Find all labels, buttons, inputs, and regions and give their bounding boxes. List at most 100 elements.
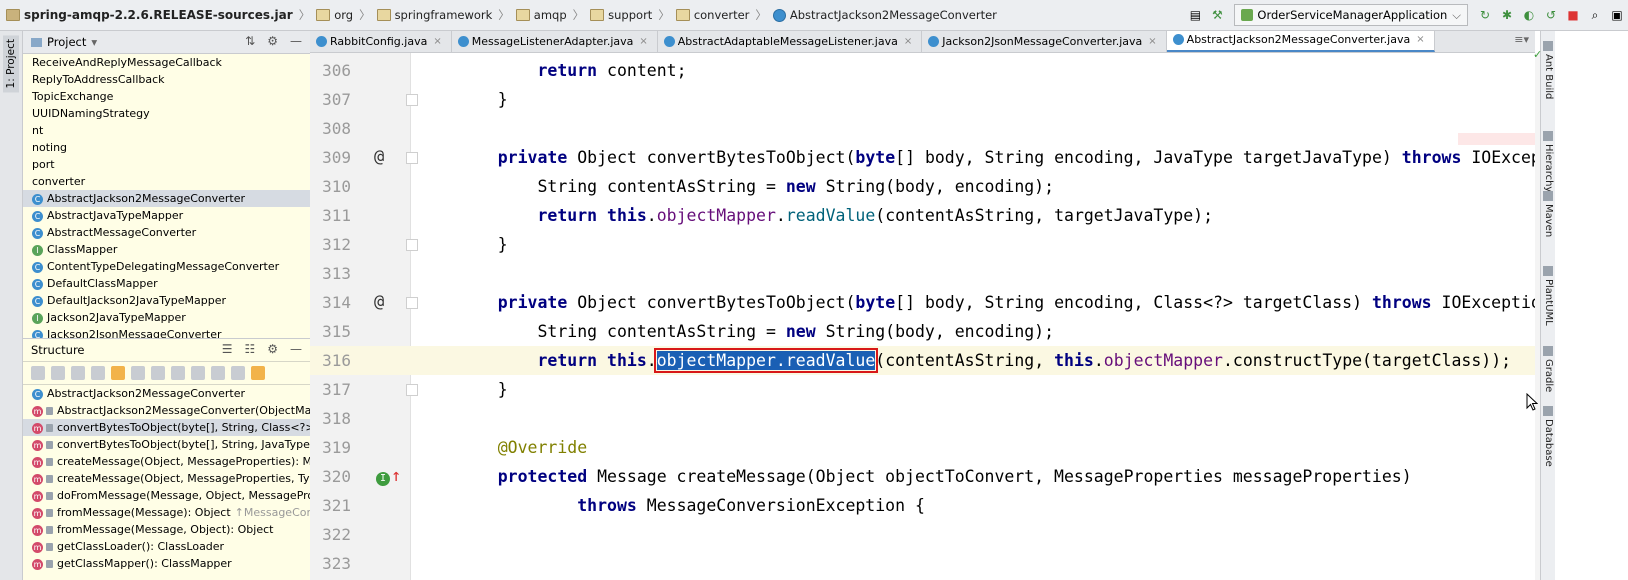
editor-scroll-marker-bar[interactable] (1535, 53, 1540, 580)
code-line[interactable]: 306 return content; (310, 56, 1535, 85)
project-tree-item[interactable]: noting (23, 139, 310, 156)
line-number[interactable]: 312 (315, 230, 351, 259)
project-tree-item[interactable]: C AbstractJavaTypeMapper (23, 207, 310, 224)
expand-all-icon[interactable]: ☰ (222, 342, 233, 356)
project-tree-item[interactable]: nt (23, 122, 310, 139)
code-line[interactable]: 316 return this.objectMapper.readValue(c… (310, 346, 1535, 375)
line-number[interactable]: 313 (315, 259, 351, 288)
line-number[interactable]: 311 (315, 201, 351, 230)
project-tool-tab[interactable]: 1: Project (3, 35, 19, 93)
structure-tree-item[interactable]: m doFromMessage(Message, Object, MessageP… (23, 487, 310, 504)
anonymous-icon[interactable] (171, 366, 185, 380)
editor-tab[interactable]: AbstractJackson2MessageConverter.java × (1166, 31, 1435, 52)
breadcrumb-item[interactable]: spring-amqp-2.2.6.RELEASE-sources.jar 〉 (6, 7, 310, 23)
breadcrumb-item[interactable]: converter 〉 (675, 7, 767, 23)
code-line[interactable]: 315 String contentAsString = new String(… (310, 317, 1535, 346)
right-tool-tab[interactable]: Gradle (1543, 346, 1554, 392)
collapse-all-icon[interactable]: ⇅ (245, 34, 255, 48)
structure-tree-item[interactable]: m convertBytesToObject(byte[], String, Cl… (23, 419, 310, 436)
align-icon[interactable] (211, 366, 225, 380)
line-number[interactable]: 319 (315, 433, 351, 462)
coverage-icon[interactable]: ◐ (1521, 7, 1537, 23)
code-line[interactable]: 313 (310, 259, 1535, 288)
code-line[interactable]: 312 } (310, 230, 1535, 259)
right-tool-tab[interactable]: Ant Build (1543, 41, 1554, 99)
collapse-all-icon[interactable]: ☷ (244, 342, 255, 356)
line-number[interactable]: 307 (315, 85, 351, 114)
editor-tab[interactable]: MessageListenerAdapter.java × (452, 31, 658, 52)
minimize-icon[interactable]: — (290, 34, 302, 48)
autoscroll-icon[interactable] (251, 366, 265, 380)
line-number[interactable]: 310 (315, 172, 351, 201)
tab-list-icon[interactable]: ≡▾ (1514, 33, 1529, 46)
breadcrumb-item[interactable]: amqp 〉 (515, 7, 584, 23)
fold-marker-icon[interactable] (406, 384, 418, 396)
structure-tree-item[interactable]: m fromMessage(Message, Object): Object (23, 521, 310, 538)
code-line[interactable]: 323 (310, 549, 1535, 578)
properties-icon[interactable] (91, 366, 105, 380)
project-tree-item[interactable]: C ContentTypeDelegatingMessageConverter (23, 258, 310, 275)
sort-visibility-icon[interactable] (31, 366, 45, 380)
fields-icon[interactable] (111, 366, 125, 380)
project-tree-item[interactable]: port (23, 156, 310, 173)
line-number[interactable]: 321 (315, 491, 351, 520)
project-tree-item[interactable]: I ClassMapper (23, 241, 310, 258)
line-number[interactable]: 323 (315, 549, 351, 578)
code-line[interactable]: 319 @Override (310, 433, 1535, 462)
editor-tab[interactable]: RabbitConfig.java × (310, 31, 452, 52)
code-line[interactable]: 322 (310, 520, 1535, 549)
breadcrumb-item[interactable]: AbstractJackson2MessageConverter (772, 8, 997, 22)
code-line[interactable]: 307 } (310, 85, 1535, 114)
abstract-icon[interactable] (191, 366, 205, 380)
close-icon[interactable]: × (433, 31, 441, 52)
project-tree-item[interactable]: I Jackson2JavaTypeMapper (23, 309, 310, 326)
debug-icon[interactable]: ✱ (1499, 7, 1515, 23)
project-tree-item[interactable]: ReplyToAddressCallback (23, 71, 310, 88)
stop-icon[interactable]: ■ (1565, 7, 1581, 23)
right-tool-tab[interactable]: Hierarchy (1543, 131, 1554, 192)
layout-icon[interactable]: ▤ (1187, 7, 1203, 23)
code-line[interactable]: 314 @ private Object convertBytesToObject… (310, 288, 1535, 317)
breadcrumb-item[interactable]: springframework 〉 (376, 7, 510, 23)
fold-marker-icon[interactable] (406, 239, 418, 251)
breadcrumb-item[interactable]: org 〉 (316, 7, 371, 23)
structure-tree-item[interactable]: m fromMessage(Message): Object↑MessageCon… (23, 504, 310, 521)
line-number[interactable]: 317 (315, 375, 351, 404)
project-tree-item[interactable]: converter (23, 173, 310, 190)
code-editor[interactable]: 306 return content; 307 } 308 309 @ private … (310, 53, 1535, 580)
ide-features-icon[interactable]: ▣ (1609, 7, 1625, 23)
code-line[interactable]: 310 String contentAsString = new String(… (310, 172, 1535, 201)
close-icon[interactable]: × (639, 31, 647, 52)
code-line[interactable]: 311 return this.objectMapper.readValue(c… (310, 201, 1535, 230)
inherited-icon[interactable] (71, 366, 85, 380)
code-line[interactable]: 317 } (310, 375, 1535, 404)
close-icon[interactable]: × (1416, 31, 1424, 50)
right-tool-tab[interactable]: Maven (1543, 191, 1554, 237)
line-number[interactable]: 322 (315, 520, 351, 549)
breadcrumb-item[interactable]: support 〉 (590, 7, 670, 23)
fold-marker-icon[interactable] (406, 152, 418, 164)
line-number[interactable]: 309 (315, 143, 351, 172)
minimize-icon[interactable]: — (290, 342, 302, 356)
structure-tree-item[interactable]: m AbstractJackson2MessageConverter(Object… (23, 402, 310, 419)
project-tree-item[interactable]: TopicExchange (23, 88, 310, 105)
line-number[interactable]: 308 (315, 114, 351, 143)
gear-icon[interactable]: ⚙ (267, 342, 278, 356)
editor-tab[interactable]: AbstractAdaptableMessageListener.java × (658, 31, 923, 52)
structure-tree-item[interactable]: m getClassMapper(): ClassMapper (23, 555, 310, 572)
structure-tree-item[interactable]: m convertBytesToObject(byte[], String, Ja… (23, 436, 310, 453)
structure-tree-item[interactable]: m createMessage(Object, MessageProperties… (23, 470, 310, 487)
right-tool-tab[interactable]: PlantUML (1543, 266, 1554, 326)
code-line[interactable]: 320 I ↑ protected Message createMessage(Ob… (310, 462, 1535, 491)
line-number[interactable]: 318 (315, 404, 351, 433)
structure-tree-item[interactable]: m getClassLoader(): ClassLoader (23, 538, 310, 555)
fold-marker-icon[interactable] (406, 94, 418, 106)
code-line[interactable]: 308 (310, 114, 1535, 143)
project-panel-title[interactable]: Project (47, 35, 86, 49)
run-configuration-select[interactable]: OrderServiceManagerApplication ⌵ (1234, 4, 1468, 26)
profile-icon[interactable]: ↺ (1543, 7, 1559, 23)
project-tree-item[interactable]: C DefaultJackson2JavaTypeMapper (23, 292, 310, 309)
annotation-marker-icon[interactable]: @ (374, 288, 384, 317)
structure-tree-item[interactable]: m createMessage(Object, MessageProperties… (23, 453, 310, 470)
selected-text[interactable]: objectMapper.readValue (653, 348, 879, 373)
